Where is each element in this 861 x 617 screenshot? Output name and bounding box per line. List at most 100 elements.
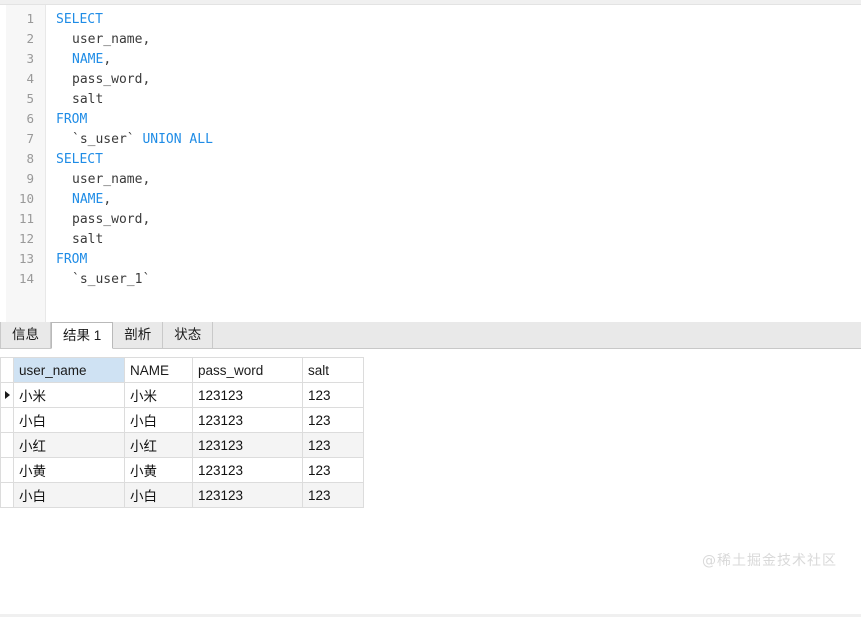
result-grid[interactable]: user_nameNAMEpass_wordsalt 小米小米123123123… [0,357,364,508]
result-grid-body[interactable]: 小米小米123123123小白小白123123123小红小红123123123小… [1,383,364,508]
code-text: FROM [40,110,87,130]
column-header[interactable]: pass_word [193,358,303,383]
code-line[interactable]: 5 salt [0,89,861,109]
sql-identifier: pass_word, [72,212,150,227]
line-number: 13 [0,249,40,269]
code-line[interactable]: 11pass_word, [0,209,861,229]
code-line[interactable]: 8SELECT [0,149,861,169]
table-row[interactable]: 小黄小黄123123123 [1,458,364,483]
column-header[interactable]: salt [303,358,364,383]
column-header[interactable]: user_name [14,358,125,383]
table-row[interactable]: 小白小白123123123 [1,408,364,433]
sql-identifier: salt [72,92,103,107]
row-marker-cell[interactable] [1,483,14,508]
sql-keyword: FROM [56,252,87,267]
line-number: 3 [0,49,40,69]
current-row-arrow-icon[interactable] [1,383,14,408]
table-cell[interactable]: 小黄 [125,458,193,483]
table-cell[interactable]: 123 [303,383,364,408]
line-number: 8 [0,149,40,169]
code-text: salt [40,90,103,110]
current-row-arrow-icon [5,391,10,399]
code-text: user_name, [40,170,150,190]
line-number: 14 [0,269,40,289]
table-cell[interactable]: 123123 [193,383,303,408]
table-cell[interactable]: 小白 [14,408,125,433]
code-line[interactable]: 12 salt [0,229,861,249]
code-text: SELECT [40,10,103,30]
sql-keyword: NAME [72,52,103,67]
table-cell[interactable]: 小米 [125,383,193,408]
code-text: `s_user_1` [40,270,150,290]
table-cell[interactable]: 123 [303,458,364,483]
table-cell[interactable]: 123 [303,433,364,458]
result-tab[interactable]: 信息 [0,322,51,348]
table-row[interactable]: 小米小米123123123 [1,383,364,408]
line-number: 12 [0,229,40,249]
code-line[interactable]: 4 pass_word, [0,69,861,89]
code-line[interactable]: 10NAME, [0,189,861,209]
table-cell[interactable]: 小米 [14,383,125,408]
code-line[interactable]: 7`s_user` UNION ALL [0,129,861,149]
table-row[interactable]: 小白小白123123123 [1,483,364,508]
code-line[interactable]: 1 SELECT [0,9,861,29]
code-line[interactable]: 3NAME, [0,49,861,69]
line-number: 10 [0,189,40,209]
sql-identifier: salt [72,232,103,247]
table-cell[interactable]: 小白 [14,483,125,508]
code-text: SELECT [40,150,103,170]
sql-identifier: pass_word, [72,72,150,87]
code-text: pass_word, [40,210,150,230]
sql-identifier: `s_user_1` [72,272,150,287]
row-marker-cell[interactable] [1,458,14,483]
line-number: 1 [0,9,40,29]
sql-identifier: , [103,192,111,207]
sql-keyword: NAME [72,192,103,207]
row-marker-cell[interactable] [1,433,14,458]
table-row[interactable]: 小红小红123123123 [1,433,364,458]
code-text: NAME, [40,190,111,210]
line-number: 4 [0,69,40,89]
table-cell[interactable]: 123123 [193,433,303,458]
result-tab[interactable]: 状态 [163,322,213,348]
line-number: 5 [0,89,40,109]
table-cell[interactable]: 小白 [125,483,193,508]
table-cell[interactable]: 小黄 [14,458,125,483]
code-text: pass_word, [40,70,150,90]
table-cell[interactable]: 小红 [125,433,193,458]
table-cell[interactable]: 123 [303,408,364,433]
sql-keyword: UNION ALL [142,132,212,147]
table-cell[interactable]: 小白 [125,408,193,433]
sql-identifier: user_name, [72,172,150,187]
result-tab[interactable]: 结果 1 [51,322,113,349]
result-tab[interactable]: 剖析 [113,322,163,348]
sql-keyword: FROM [56,112,87,127]
code-line[interactable]: 14 `s_user_1` [0,269,861,289]
code-line[interactable]: 2user_name, [0,29,861,49]
code-line[interactable]: 13 FROM [0,249,861,269]
results-pane: 信息结果 1剖析状态 user_nameNAMEpass_wordsalt 小米… [0,322,861,592]
code-text: `s_user` UNION ALL [40,130,213,150]
table-cell[interactable]: 小红 [14,433,125,458]
sql-identifier: `s_user` [72,132,135,147]
table-cell[interactable]: 123 [303,483,364,508]
line-number: 2 [0,29,40,49]
sql-editor[interactable]: 1SELECT2user_name,3NAME,4pass_word,5salt… [0,5,861,322]
code-line[interactable]: 9 user_name, [0,169,861,189]
line-number: 9 [0,169,40,189]
table-cell[interactable]: 123123 [193,408,303,433]
sql-identifier: , [103,52,111,67]
table-cell[interactable]: 123123 [193,483,303,508]
table-header-row: user_nameNAMEpass_wordsalt [1,358,364,383]
watermark-text: @稀土掘金技术社区 [702,550,837,570]
tabbar-filler [213,322,861,348]
results-tabbar[interactable]: 信息结果 1剖析状态 [0,322,861,349]
column-header[interactable]: NAME [125,358,193,383]
code-text: FROM [40,250,87,270]
code-line[interactable]: 6FROM [0,109,861,129]
code-text: NAME, [40,50,111,70]
row-marker-cell[interactable] [1,408,14,433]
table-cell[interactable]: 123123 [193,458,303,483]
sql-code-area[interactable]: 1SELECT2user_name,3NAME,4pass_word,5salt… [0,5,861,322]
sql-keyword: SELECT [56,12,103,27]
